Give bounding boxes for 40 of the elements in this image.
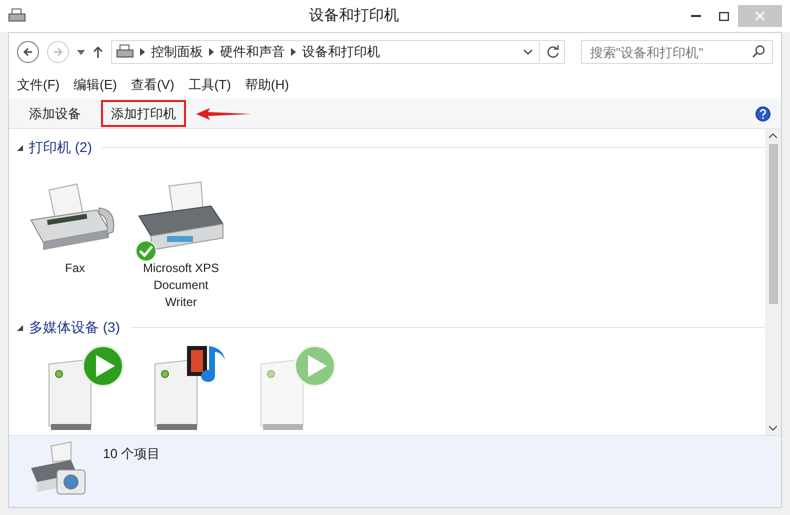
up-arrow-icon[interactable]: [93, 46, 103, 58]
breadcrumb[interactable]: 控制面板: [151, 42, 203, 62]
forward-arrow-icon: [53, 47, 63, 57]
address-bar[interactable]: 控制面板 硬件和声音 设备和打印机: [111, 40, 565, 64]
scrollbar[interactable]: [765, 129, 781, 435]
command-button[interactable]: 添加打印机: [101, 100, 186, 128]
help-icon[interactable]: [755, 106, 771, 122]
menu-item[interactable]: 编辑(E): [74, 75, 117, 95]
chevron-right-icon: [140, 48, 145, 56]
chevron-right-icon: [291, 48, 296, 56]
breadcrumb[interactable]: 设备和打印机: [302, 42, 380, 62]
item-count: 10 个项目: [103, 445, 160, 463]
back-button[interactable]: [17, 41, 39, 63]
menu-item[interactable]: 查看(V): [130, 75, 174, 95]
menu-item[interactable]: 文件(F): [17, 75, 60, 95]
dropdown-chevron-icon[interactable]: [523, 49, 533, 55]
collapse-triangle-icon[interactable]: [17, 324, 23, 330]
chevron-right-icon: [209, 48, 214, 56]
menu-item[interactable]: 帮助(H): [244, 75, 289, 95]
window-title: 设备和打印机: [308, 6, 400, 26]
printer-icon: [116, 44, 134, 60]
scroll-down-icon[interactable]: [769, 426, 777, 431]
maximize-icon: [719, 12, 729, 20]
back-arrow-icon: [23, 47, 33, 57]
refresh-icon[interactable]: [546, 45, 560, 59]
dropdown-caret-icon[interactable]: [77, 50, 85, 54]
group-heading[interactable]: 打印机 (2): [29, 137, 92, 158]
search-icon: [752, 45, 765, 58]
search-field[interactable]: 搜索"设备和打印机": [581, 40, 773, 64]
printer-icon: [8, 8, 26, 24]
breadcrumb[interactable]: 硬件和声音: [220, 42, 285, 62]
menu-item[interactable]: 工具(T): [188, 75, 231, 95]
close-icon: [755, 11, 765, 21]
device-label[interactable]: Microsoft XPS Document Writer: [140, 260, 222, 311]
group-heading[interactable]: 多媒体设备 (3): [29, 317, 120, 338]
device-label[interactable]: Fax: [34, 260, 116, 277]
minimize-icon: [691, 15, 701, 17]
command-button[interactable]: 添加设备: [19, 100, 91, 128]
scroll-up-icon[interactable]: [769, 133, 777, 138]
collapse-triangle-icon[interactable]: [17, 144, 23, 150]
